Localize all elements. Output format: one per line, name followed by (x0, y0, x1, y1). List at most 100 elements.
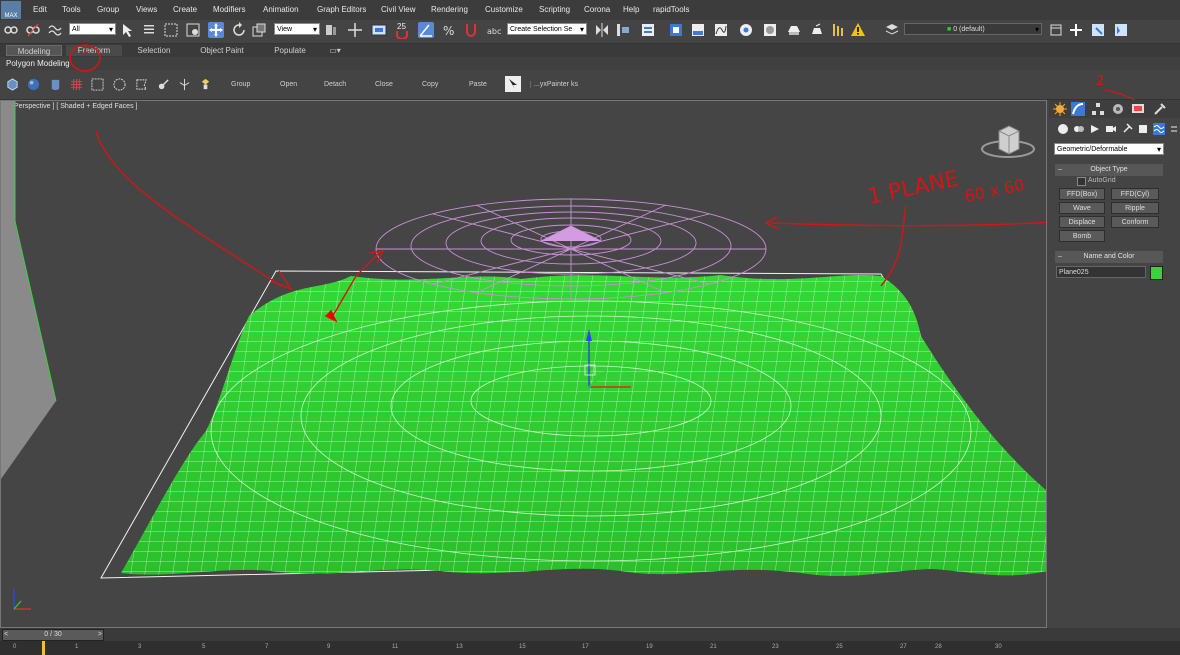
tab-populate[interactable]: Populate (262, 45, 318, 56)
perspective-viewport[interactable]: + [ Perspective ] [ Shaded + Edged Faces… (0, 100, 1047, 628)
extras-icon[interactable] (1169, 123, 1179, 135)
menu-animation[interactable]: Animation (263, 5, 299, 14)
tab-modeling[interactable]: Modeling (6, 45, 62, 56)
render-setup-icon[interactable] (786, 22, 802, 38)
keyboard-shortcut-icon[interactable] (371, 22, 387, 38)
unlink-icon[interactable] (25, 22, 41, 38)
autogrid-checkbox[interactable] (1077, 177, 1086, 186)
ffd-cyl-button[interactable]: FFD(Cyl) (1111, 188, 1159, 200)
link-icon[interactable] (3, 22, 19, 38)
displace-button[interactable]: Displace (1059, 216, 1105, 228)
ribbon-options-toggle[interactable]: ▭▾ (326, 45, 344, 56)
snap-magnet-icon[interactable] (395, 31, 409, 39)
painter-tool-label[interactable]: ...yxPainter ks (530, 81, 578, 88)
conform-button[interactable]: Conform (1111, 216, 1159, 228)
select-and-move-button[interactable] (208, 22, 224, 38)
open-group-button[interactable]: Open (280, 81, 297, 88)
track-bar[interactable]: 0 1 3 5 7 9 11 13 15 17 19 21 23 25 27 2… (0, 641, 1180, 655)
helpers-icon[interactable] (1121, 123, 1133, 135)
motion-tab-icon[interactable] (1111, 102, 1125, 116)
lasso-select-icon[interactable] (135, 78, 148, 91)
paint-select-icon[interactable] (157, 78, 170, 91)
reference-coordinate-dropdown[interactable]: View (274, 23, 320, 35)
snap-toggle-label[interactable]: 25 (397, 22, 406, 31)
window-crossing-icon[interactable] (185, 22, 201, 38)
object-name-field[interactable]: Plane025 (1056, 266, 1146, 278)
tab-selection[interactable]: Selection (126, 45, 182, 56)
select-by-name-icon[interactable] (142, 22, 158, 38)
copy-button[interactable]: Copy (422, 81, 438, 88)
render-frame-window-icon[interactable] (809, 22, 825, 38)
spinner-snap-icon[interactable] (463, 22, 479, 38)
box-primitive-icon[interactable] (6, 78, 19, 91)
name-color-rollout-header[interactable]: – Name and Color (1055, 251, 1163, 263)
menu-help[interactable]: Help (623, 5, 639, 14)
pivot-center-icon[interactable] (323, 22, 339, 38)
paste-button[interactable]: Paste (469, 81, 487, 88)
menu-tools[interactable]: Tools (62, 5, 81, 14)
group-button[interactable]: Group (231, 81, 250, 88)
material-editor-icon[interactable] (762, 22, 778, 38)
ribbon-toggle-icon[interactable] (690, 22, 706, 38)
align-icon[interactable] (615, 22, 631, 38)
pointer-tool-icon[interactable] (505, 76, 521, 92)
add-to-layer-icon[interactable] (1090, 22, 1106, 38)
menu-create[interactable]: Create (173, 5, 197, 14)
utilities-tab-icon[interactable] (1153, 102, 1167, 116)
circle-select-icon[interactable] (113, 78, 126, 91)
menu-rendering[interactable]: Rendering (431, 5, 468, 14)
scale-icon[interactable] (251, 22, 267, 38)
time-slider[interactable]: < 0 / 30 > (2, 629, 104, 641)
rotate-icon[interactable] (231, 22, 247, 38)
object-color-swatch[interactable] (1150, 266, 1163, 280)
object-type-rollout-header[interactable]: – Object Type (1055, 164, 1163, 176)
tab-object-paint[interactable]: Object Paint (190, 45, 254, 56)
light-icon[interactable] (199, 78, 212, 91)
render-production-icon[interactable] (830, 22, 846, 38)
select-manipulate-icon[interactable] (347, 22, 363, 38)
wave-button[interactable]: Wave (1059, 202, 1105, 214)
edit-named-selection-icon[interactable]: abc (486, 22, 502, 38)
selection-filter-dropdown[interactable]: All (69, 23, 116, 35)
create-new-layer-icon[interactable] (1068, 22, 1084, 38)
hierarchy-tab-icon[interactable] (1091, 102, 1105, 116)
rectangular-selection-icon[interactable] (163, 22, 179, 38)
cameras-icon[interactable] (1105, 123, 1117, 135)
app-logo[interactable]: MAX (1, 1, 21, 19)
shapes-icon[interactable] (1073, 123, 1085, 135)
menu-rapidtools[interactable]: rapidTools (653, 5, 689, 14)
manage-layers-icon[interactable] (884, 22, 900, 38)
layer-explorer-icon[interactable] (640, 22, 656, 38)
time-slider-next-icon[interactable]: > (98, 630, 102, 640)
detach-button[interactable]: Detach (324, 81, 346, 88)
bomb-button[interactable]: Bomb (1059, 230, 1105, 242)
modify-tab-icon[interactable] (1071, 102, 1085, 116)
panel-polygon-modeling[interactable]: Polygon Modeling (6, 59, 70, 68)
named-selection-set-dropdown[interactable]: Create Selection Se (507, 23, 587, 35)
menu-views[interactable]: Views (136, 5, 157, 14)
percent-snap-icon[interactable]: % (441, 22, 457, 38)
select-object-icon[interactable] (120, 22, 136, 38)
layer-add-icon[interactable] (1048, 22, 1064, 38)
bind-space-warp-icon[interactable] (47, 22, 63, 38)
menu-corona[interactable]: Corona (584, 5, 610, 14)
space-warps-icon[interactable] (1153, 123, 1165, 135)
mirror-icon[interactable] (594, 22, 610, 38)
deformed-plane-mesh[interactable] (121, 274, 1047, 577)
curve-editor-icon[interactable] (713, 22, 729, 38)
warning-icon[interactable] (850, 22, 866, 38)
menu-group[interactable]: Group (97, 5, 119, 14)
display-tab-icon[interactable] (1131, 102, 1145, 116)
menu-scripting[interactable]: Scripting (539, 5, 570, 14)
cylinder-primitive-icon[interactable] (49, 78, 62, 91)
time-slider-prev-icon[interactable]: < (4, 630, 8, 640)
ripple-button[interactable]: Ripple (1111, 202, 1159, 214)
box-select-icon[interactable] (91, 78, 104, 91)
current-frame-marker[interactable] (42, 641, 45, 655)
layer-dropdown[interactable]: ■ 0 (default) (904, 23, 1042, 35)
ripple-gizmo[interactable] (375, 198, 767, 300)
menu-modifiers[interactable]: Modifiers (213, 5, 245, 14)
systems-icon[interactable] (1137, 123, 1149, 135)
menu-customize[interactable]: Customize (485, 5, 523, 14)
menu-civil-view[interactable]: Civil View (381, 5, 416, 14)
